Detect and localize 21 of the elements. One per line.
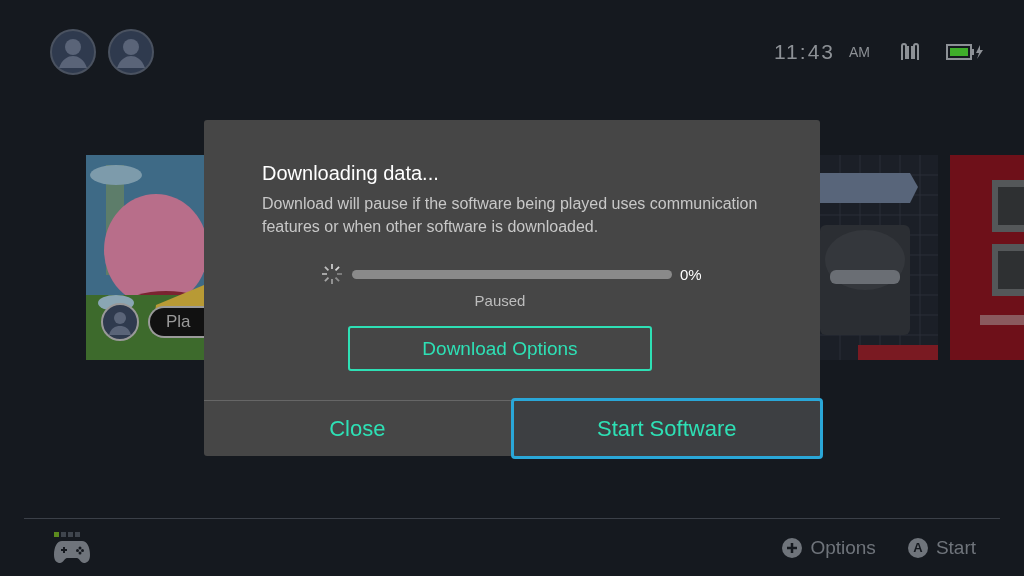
avatar[interactable] — [108, 29, 154, 75]
controller-icon[interactable] — [54, 539, 90, 564]
play-button[interactable]: Pla — [148, 306, 204, 338]
clock-time: 11:43 — [774, 40, 835, 64]
battery-charging-icon — [946, 44, 984, 60]
loading-spinner-icon — [320, 262, 344, 286]
button-hint[interactable]: Start — [935, 536, 976, 559]
button-hint[interactable]: Options — [810, 536, 876, 559]
progress-percent: 0% — [680, 265, 702, 283]
avatar[interactable] — [50, 29, 96, 75]
dialog-button[interactable]: Start Software — [510, 398, 823, 459]
dialog-title: Downloading data... — [262, 162, 440, 185]
controller-connection-icon — [900, 43, 920, 61]
download-options-button[interactable]: Download Options — [348, 326, 652, 371]
avatar — [100, 302, 140, 342]
clock-meridiem: AM — [849, 44, 870, 60]
download-status: Paused — [474, 292, 526, 309]
plus-button-icon — [782, 537, 803, 558]
a-button-icon: A — [907, 537, 928, 558]
dialog-message: Download will pause if the software being played uses communication features or when other software is downloaded. — [262, 194, 759, 237]
dialog-button[interactable]: Close — [204, 401, 511, 456]
